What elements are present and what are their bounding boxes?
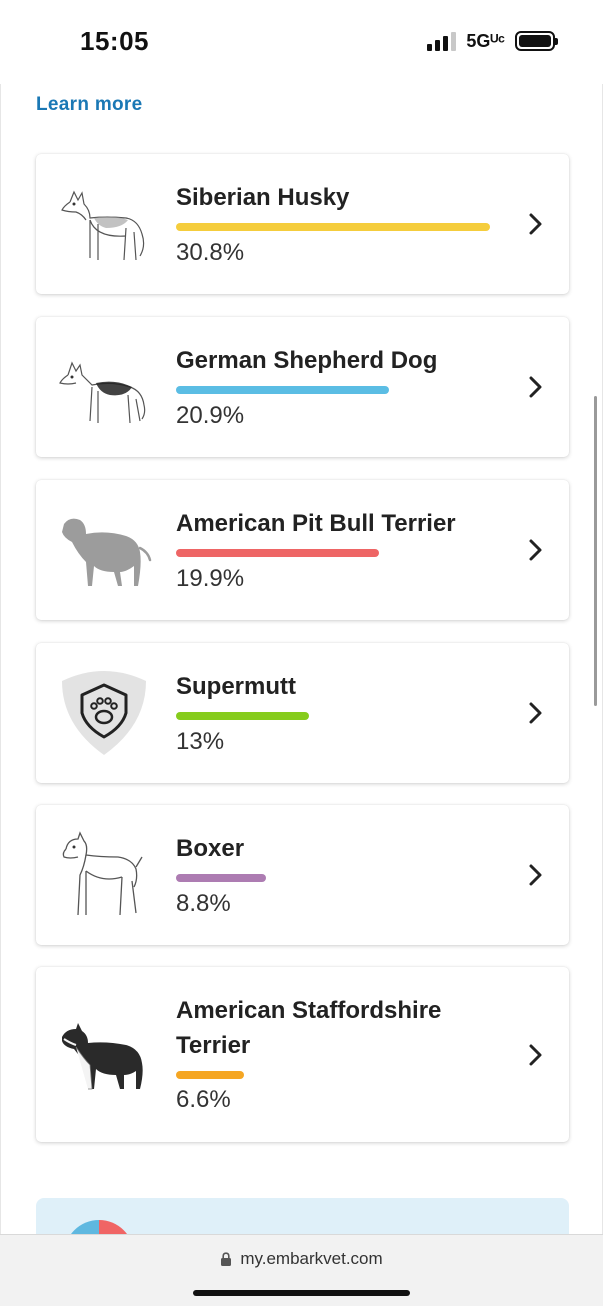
- url-text[interactable]: my.embarkvet.com: [240, 1249, 382, 1269]
- breed-percentage-bar: [176, 223, 490, 231]
- breed-card-boxer[interactable]: Boxer 8.8%: [36, 805, 569, 945]
- learn-more-link[interactable]: Learn more: [36, 94, 142, 116]
- network-type-label: 5Gᵁᶜ: [466, 30, 505, 51]
- breed-percentage: 13%: [176, 728, 225, 755]
- breed-card-supermutt[interactable]: Supermutt 13%: [36, 643, 569, 783]
- cellular-signal-icon: [427, 31, 457, 51]
- amstaff-sketch-icon: [62, 1023, 143, 1090]
- breed-percentage-bar: [176, 874, 266, 882]
- chevron-right-icon: [529, 702, 542, 724]
- breed-percentage-bar: [176, 712, 309, 720]
- chevron-right-icon: [529, 213, 542, 235]
- chevron-right-icon: [529, 1044, 542, 1066]
- page-content[interactable]: Learn more Siberian Husky 30.8% German S…: [0, 84, 603, 1234]
- breed-card-american-pit-bull-terrier[interactable]: American Pit Bull Terrier 19.9%: [36, 480, 569, 620]
- chevron-right-icon: [529, 864, 542, 886]
- breed-name: American Pit Bull Terrier: [176, 510, 456, 537]
- breed-percentage: 20.9%: [176, 402, 245, 429]
- breed-name: Siberian Husky: [176, 184, 350, 211]
- breed-card-german-shepherd[interactable]: German Shepherd Dog 20.9%: [36, 317, 569, 457]
- status-time: 15:05: [80, 26, 149, 56]
- status-indicators: 5Gᵁᶜ: [427, 30, 558, 52]
- breed-card-siberian-husky[interactable]: Siberian Husky 30.8%: [36, 154, 569, 294]
- lock-icon: [221, 1252, 232, 1266]
- status-bar: 15:05 5Gᵁᶜ: [0, 0, 603, 84]
- breed-percentage-bar: [176, 549, 379, 557]
- home-indicator[interactable]: [193, 1290, 410, 1296]
- breed-percentage: 8.8%: [176, 890, 231, 917]
- paw-shield-icon: [62, 671, 146, 755]
- siberian-husky-sketch-icon: [61, 190, 145, 261]
- breed-name: Boxer: [176, 835, 245, 862]
- breed-name: German Shepherd Dog: [176, 347, 438, 374]
- battery-icon: [515, 31, 558, 51]
- chevron-right-icon: [529, 376, 542, 398]
- breed-percentage: 6.6%: [176, 1086, 231, 1113]
- chevron-right-icon: [529, 539, 542, 561]
- url-display[interactable]: my.embarkvet.com: [0, 1249, 603, 1269]
- boxer-sketch-icon: [62, 831, 143, 916]
- browser-address-bar[interactable]: my.embarkvet.com: [0, 1234, 603, 1306]
- breed-name: American Staffordshire Terrier: [176, 997, 442, 1059]
- breed-percentage-bar: [176, 386, 389, 394]
- breed-card-american-staffordshire-terrier[interactable]: American Staffordshire Terrier 6.6%: [36, 967, 569, 1142]
- breed-name: Supermutt: [176, 673, 296, 700]
- scrollbar[interactable]: [594, 396, 597, 706]
- breed-percentage-bar: [176, 1071, 244, 1079]
- breed-percentage: 19.9%: [176, 565, 245, 592]
- ancestry-chart-card[interactable]: [36, 1198, 569, 1234]
- german-shepherd-sketch-icon: [59, 361, 146, 424]
- pit-bull-sketch-icon: [62, 518, 152, 586]
- pie-chart-icon: [64, 1220, 134, 1234]
- breed-percentage: 30.8%: [176, 239, 245, 266]
